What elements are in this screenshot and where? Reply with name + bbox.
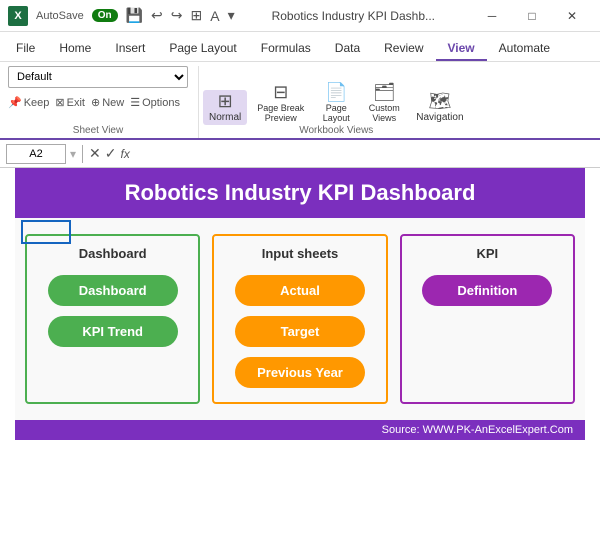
normal-view-label: Normal	[209, 112, 241, 123]
previous-year-button[interactable]: Previous Year	[235, 357, 365, 388]
ribbon-content: Default 📌 Keep ⊠ Exit ⊕ New ☰ Options	[0, 62, 600, 140]
keep-icon: 📌	[8, 96, 22, 109]
formula-divider	[82, 145, 83, 163]
tab-file[interactable]: File	[4, 37, 47, 61]
close-button[interactable]: ✕	[552, 0, 592, 32]
new-sheet-view-button[interactable]: ⊕ New	[91, 96, 124, 109]
options-icon: ☰	[130, 96, 140, 109]
cell-ref-arrow: ▾	[70, 147, 76, 161]
tab-insert[interactable]: Insert	[103, 37, 157, 61]
maximize-button[interactable]: □	[512, 0, 552, 32]
sheet-view-dropdown[interactable]: Default	[8, 66, 188, 88]
tab-review[interactable]: Review	[372, 37, 435, 61]
page-layout-icon: 📄	[325, 83, 347, 101]
custom-views-button[interactable]: 🗂 CustomViews	[362, 81, 406, 125]
autosave-label: AutoSave	[36, 10, 84, 22]
minimize-button[interactable]: ─	[472, 0, 512, 32]
ribbon-tabs: File Home Insert Page Layout Formulas Da…	[0, 32, 600, 62]
dashboard-section-title: Dashboard	[79, 246, 147, 261]
sheet-view-label: Sheet View	[8, 125, 188, 138]
cancel-formula-icon[interactable]: ✕	[89, 145, 101, 162]
page-break-label: Page BreakPreview	[257, 103, 304, 123]
tab-page-layout[interactable]: Page Layout	[157, 37, 248, 61]
cell-reference-input[interactable]	[6, 144, 66, 164]
title-bar: X AutoSave On 💾 ↩ ↪ ⊞ A ▾ Robotics Indus…	[0, 0, 600, 32]
window-title: Robotics Industry KPI Dashb...	[243, 9, 464, 23]
tab-automate[interactable]: Automate	[487, 37, 562, 61]
window-controls: ─ □ ✕	[472, 0, 592, 32]
navigation-button[interactable]: 🗺 Navigation	[410, 90, 469, 125]
formula-input[interactable]	[134, 144, 594, 164]
workbook-views-group: ⊞ Normal ⊟ Page BreakPreview 📄 PageLayou…	[203, 66, 480, 138]
custom-views-icon: 🗂	[373, 83, 396, 101]
sheet-view-group: Default 📌 Keep ⊠ Exit ⊕ New ☰ Options	[8, 66, 199, 138]
keep-button[interactable]: 📌 Keep	[8, 96, 49, 109]
target-button[interactable]: Target	[235, 316, 365, 347]
actual-button[interactable]: Actual	[235, 275, 365, 306]
fx-label: fx	[121, 147, 130, 161]
kpi-section-title: KPI	[476, 246, 498, 261]
confirm-formula-icon[interactable]: ✓	[105, 145, 117, 162]
tab-view[interactable]: View	[436, 37, 487, 61]
page-layout-button[interactable]: 📄 PageLayout	[314, 81, 358, 125]
page-break-icon: ⊟	[273, 83, 288, 101]
formula-bar: ▾ ✕ ✓ fx	[0, 140, 600, 168]
definition-button[interactable]: Definition	[422, 275, 552, 306]
page-layout-label: PageLayout	[323, 103, 350, 123]
dashboard-footer: Source: WWW.PK-AnExcelExpert.Com	[15, 420, 585, 440]
options-button[interactable]: ☰ Options	[130, 96, 180, 109]
excel-icon: X	[8, 6, 28, 26]
sheet-area: Robotics Industry KPI Dashboard Dashboar…	[0, 168, 600, 553]
dashboard-button[interactable]: Dashboard	[48, 275, 178, 306]
navigation-icon: 🗺	[428, 92, 451, 110]
navigation-label: Navigation	[416, 112, 463, 123]
exit-button[interactable]: ⊠ Exit	[55, 96, 85, 109]
custom-views-label: CustomViews	[369, 103, 400, 123]
grid-icon[interactable]: ⊞	[191, 7, 203, 24]
more-icon[interactable]: ▾	[228, 7, 235, 24]
sheet-view-buttons: 📌 Keep ⊠ Exit ⊕ New ☰ Options	[8, 96, 180, 109]
page-break-button[interactable]: ⊟ Page BreakPreview	[251, 81, 310, 125]
dashboard-body: Dashboard Dashboard KPI Trend Input shee…	[15, 218, 585, 420]
tab-data[interactable]: Data	[323, 37, 372, 61]
tab-home[interactable]: Home	[47, 37, 103, 61]
autosave-toggle[interactable]: On	[92, 9, 118, 22]
redo-icon[interactable]: ↪	[171, 7, 183, 24]
workbook-views-label: Workbook Views	[203, 125, 470, 138]
dashboard-section: Dashboard Dashboard KPI Trend	[25, 234, 200, 404]
input-sheets-section: Input sheets Actual Target Previous Year	[212, 234, 387, 404]
kpi-section: KPI Definition	[400, 234, 575, 404]
save-icon[interactable]: 💾	[126, 7, 143, 24]
normal-view-button[interactable]: ⊞ Normal	[203, 90, 247, 125]
normal-view-icon: ⊞	[218, 92, 233, 110]
dashboard-header: Robotics Industry KPI Dashboard	[15, 168, 585, 218]
input-sheets-title: Input sheets	[262, 246, 339, 261]
kpi-trend-button[interactable]: KPI Trend	[48, 316, 178, 347]
tab-formulas[interactable]: Formulas	[249, 37, 323, 61]
new-icon: ⊕	[91, 96, 100, 109]
font-color-icon[interactable]: A	[210, 8, 219, 24]
undo-icon[interactable]: ↩	[151, 7, 163, 24]
exit-icon: ⊠	[55, 96, 64, 109]
